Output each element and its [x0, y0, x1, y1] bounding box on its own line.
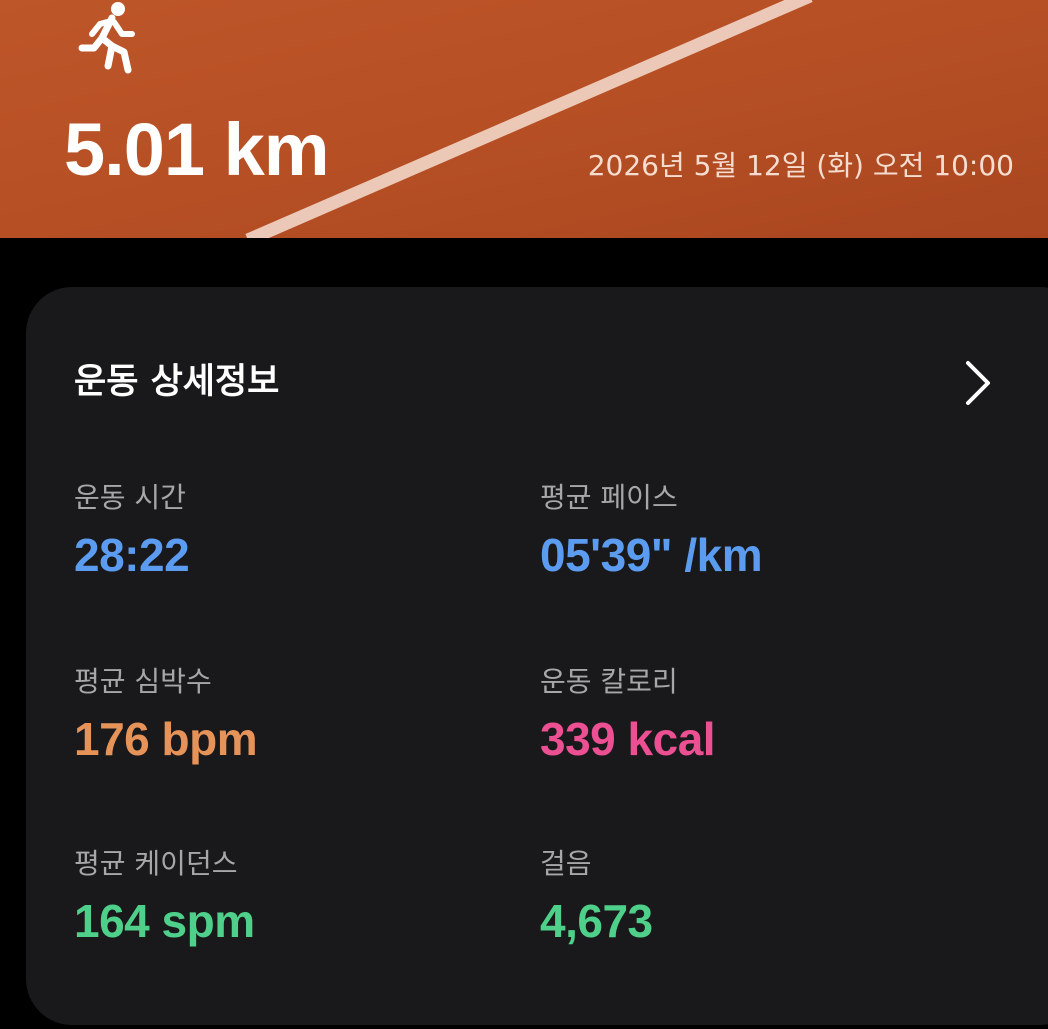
stat-value: 05'39" /km	[540, 529, 763, 581]
stat-value: 339 kcal	[540, 713, 716, 765]
stat-label: 운동 시간	[74, 481, 186, 514]
stat-label: 운동 칼로리	[540, 665, 678, 698]
track-banner: 5.01 km 2026년 5월 12일 (화) 오전 10:00	[0, 0, 1048, 238]
stat-value: 4,673	[540, 895, 653, 947]
workout-datetime: 2026년 5월 12일 (화) 오전 10:00	[587, 149, 1014, 182]
stat-label: 평균 페이스	[540, 481, 678, 514]
stat-calories: 운동 칼로리 339 kcal	[540, 663, 980, 765]
chevron-right-icon[interactable]	[956, 357, 1000, 409]
workout-details-card[interactable]: 운동 상세정보 운동 시간 28:22 평균 페이스 05'39" /km 평균…	[26, 287, 1048, 1025]
stat-steps: 걸음 4,673	[540, 845, 980, 947]
card-title: 운동 상세정보	[74, 362, 280, 402]
stat-label: 평균 심박수	[74, 665, 212, 698]
stat-duration: 운동 시간 28:22	[74, 479, 514, 581]
stat-value: 28:22	[74, 529, 190, 581]
stat-value: 164 spm	[74, 895, 255, 947]
stat-average-pace: 평균 페이스 05'39" /km	[540, 479, 980, 581]
workout-distance: 5.01 km	[64, 108, 330, 191]
stat-value: 176 bpm	[74, 713, 258, 765]
stat-label: 평균 케이던스	[74, 847, 238, 880]
stat-average-cadence: 평균 케이던스 164 spm	[74, 845, 514, 947]
stat-label: 걸음	[540, 847, 592, 880]
stat-average-heart-rate: 평균 심박수 176 bpm	[74, 663, 514, 765]
workout-summary-screen: 5.01 km 2026년 5월 12일 (화) 오전 10:00 운동 상세정…	[0, 0, 1048, 1029]
running-person-icon	[78, 2, 135, 74]
